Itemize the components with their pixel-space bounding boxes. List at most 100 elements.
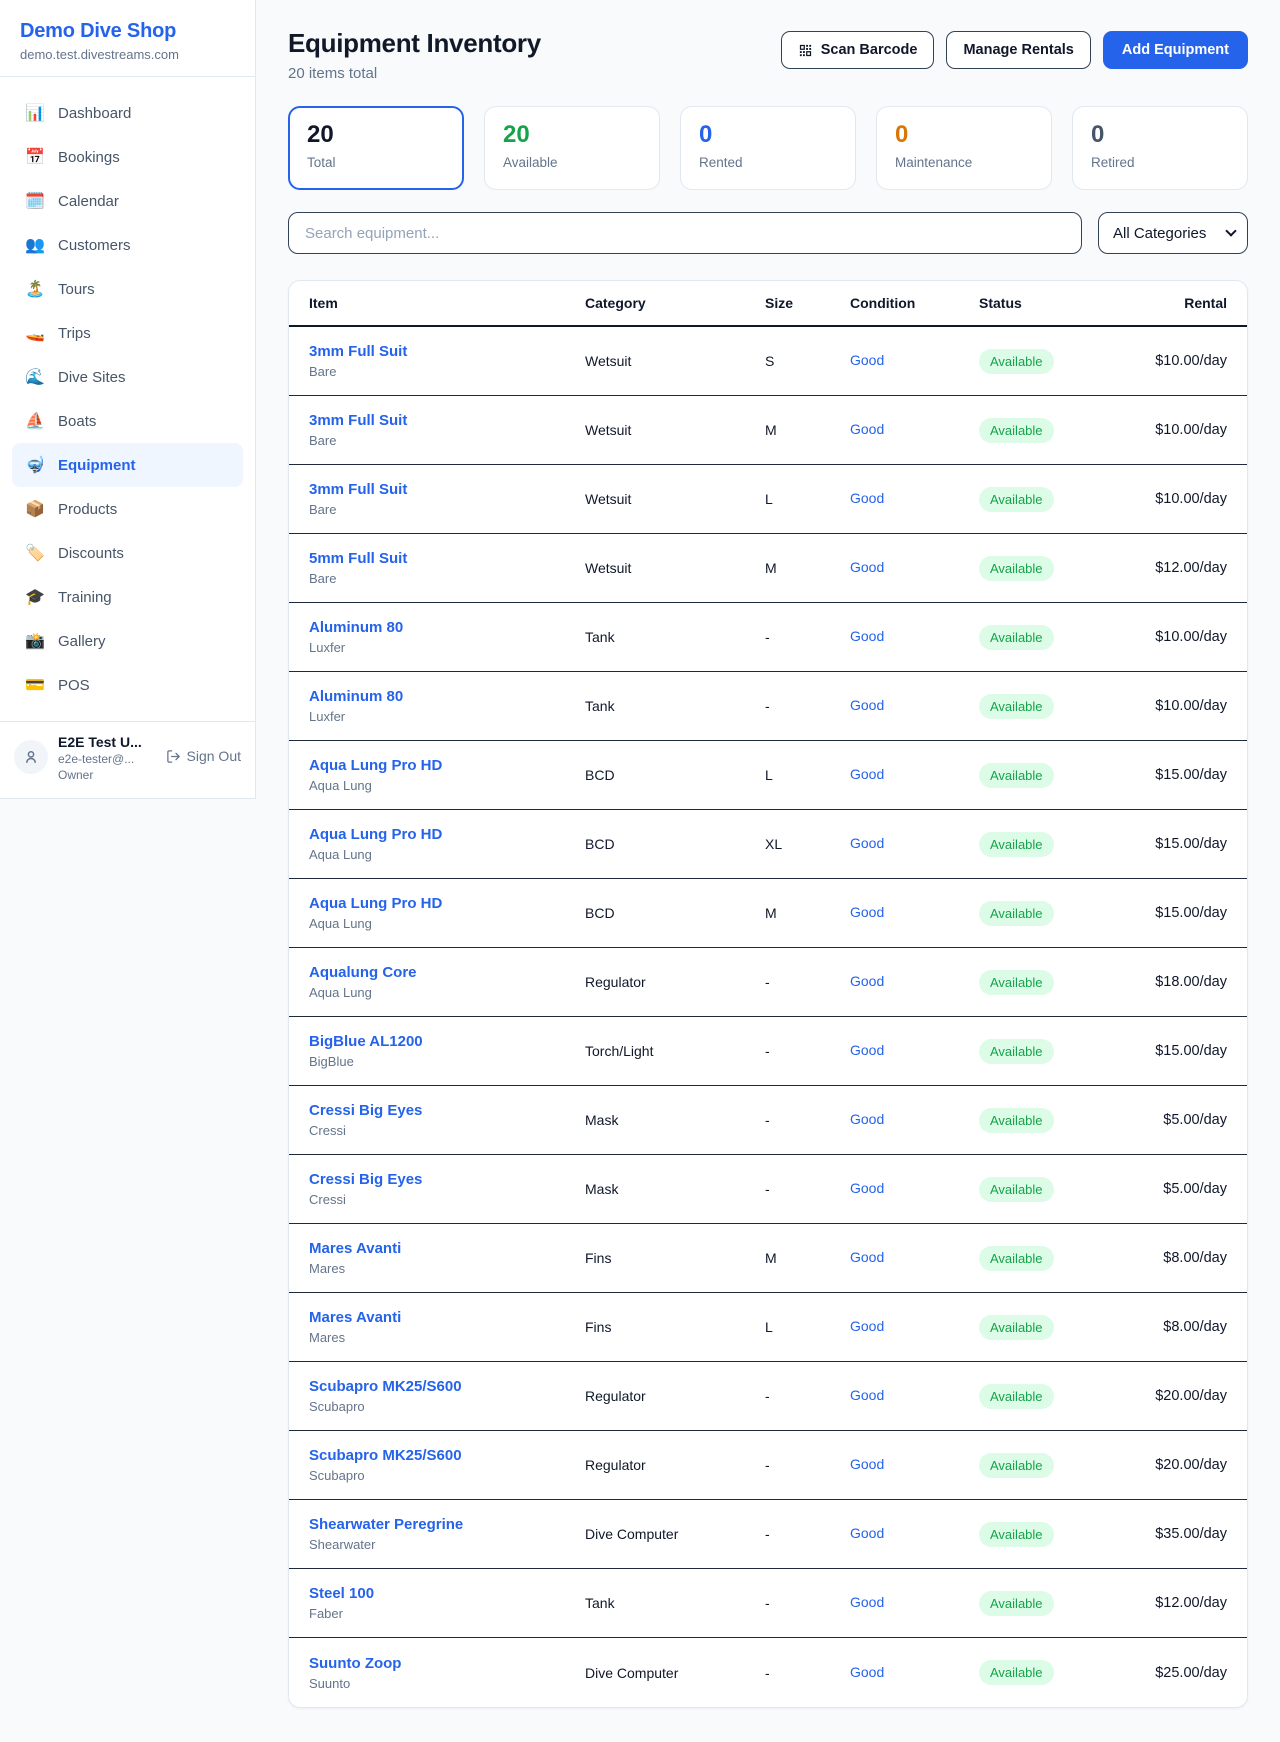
trips-icon: 🚤	[24, 323, 46, 343]
condition-link[interactable]: Good	[850, 1594, 884, 1610]
category-select[interactable]: All Categories	[1098, 212, 1248, 254]
status-badge: Available	[979, 1522, 1054, 1547]
condition-link[interactable]: Good	[850, 1387, 884, 1403]
item-name-link[interactable]: Aqua Lung Pro HD	[309, 826, 585, 843]
condition-link[interactable]: Good	[850, 904, 884, 920]
item-name-link[interactable]: Cressi Big Eyes	[309, 1102, 585, 1119]
sidebar-item-discounts[interactable]: 🏷️Discounts	[12, 531, 243, 575]
sidebar-item-calendar[interactable]: 🗓️Calendar	[12, 179, 243, 223]
search-input[interactable]	[288, 212, 1082, 254]
condition-link[interactable]: Good	[850, 559, 884, 575]
stat-card-available[interactable]: 20Available	[484, 106, 660, 190]
sidebar-item-bookings[interactable]: 📅Bookings	[12, 135, 243, 179]
condition-link[interactable]: Good	[850, 352, 884, 368]
condition-link[interactable]: Good	[850, 1249, 884, 1265]
stat-card-total[interactable]: 20Total	[288, 106, 464, 190]
condition-link[interactable]: Good	[850, 1664, 884, 1680]
category-cell: Mask	[585, 1181, 765, 1197]
condition-link[interactable]: Good	[850, 697, 884, 713]
sidebar-item-gallery[interactable]: 📸Gallery	[12, 619, 243, 663]
condition-link[interactable]: Good	[850, 835, 884, 851]
item-brand: Aqua Lung	[309, 916, 585, 931]
item-name-link[interactable]: Scubapro MK25/S600	[309, 1447, 585, 1464]
condition-cell: Good	[850, 1387, 979, 1405]
item-name-link[interactable]: 5mm Full Suit	[309, 550, 585, 567]
sidebar-item-pos[interactable]: 💳POS	[12, 663, 243, 707]
sign-out-button[interactable]: Sign Out	[166, 748, 241, 764]
item-name-link[interactable]: 3mm Full Suit	[309, 343, 585, 360]
stat-card-rented[interactable]: 0Rented	[680, 106, 856, 190]
calendar-icon: 🗓️	[24, 191, 46, 211]
item-name-link[interactable]: Cressi Big Eyes	[309, 1171, 585, 1188]
sidebar-item-trips[interactable]: 🚤Trips	[12, 311, 243, 355]
item-brand: Shearwater	[309, 1537, 585, 1552]
item-name-link[interactable]: Aluminum 80	[309, 619, 585, 636]
condition-link[interactable]: Good	[850, 421, 884, 437]
condition-link[interactable]: Good	[850, 1525, 884, 1541]
condition-cell: Good	[850, 352, 979, 370]
item-name-link[interactable]: Steel 100	[309, 1585, 585, 1602]
status-cell: Available	[979, 763, 1151, 788]
manage-rentals-button[interactable]: Manage Rentals	[946, 31, 1090, 69]
sidebar-item-customers[interactable]: 👥Customers	[12, 223, 243, 267]
rental-cell: $35.00/day	[1151, 1526, 1227, 1542]
item-name-link[interactable]: Aqua Lung Pro HD	[309, 895, 585, 912]
item-name-link[interactable]: Shearwater Peregrine	[309, 1516, 585, 1533]
condition-cell: Good	[850, 1456, 979, 1474]
status-cell: Available	[979, 1522, 1151, 1547]
status-badge: Available	[979, 1384, 1054, 1409]
condition-link[interactable]: Good	[850, 1042, 884, 1058]
sidebar-nav: 📊Dashboard📅Bookings🗓️Calendar👥Customers🏝…	[0, 77, 255, 721]
rental-cell: $25.00/day	[1151, 1665, 1227, 1681]
item-name-link[interactable]: Aluminum 80	[309, 688, 585, 705]
item-name-link[interactable]: Mares Avanti	[309, 1240, 585, 1257]
table-row: Aqualung CoreAqua LungRegulator-GoodAvai…	[289, 948, 1247, 1017]
item-name-link[interactable]: 3mm Full Suit	[309, 481, 585, 498]
condition-cell: Good	[850, 766, 979, 784]
size-cell: M	[765, 422, 850, 438]
brand[interactable]: Demo Dive Shop demo.test.divestreams.com	[0, 14, 255, 76]
item-brand: Bare	[309, 571, 585, 586]
sidebar-item-products[interactable]: 📦Products	[12, 487, 243, 531]
item-cell: BigBlue AL1200BigBlue	[309, 1033, 585, 1069]
condition-link[interactable]: Good	[850, 1318, 884, 1334]
sidebar-item-tours[interactable]: 🏝️Tours	[12, 267, 243, 311]
rental-cell: $20.00/day	[1151, 1388, 1227, 1404]
condition-link[interactable]: Good	[850, 973, 884, 989]
user-panel: E2E Test U... e2e-tester@... Owner Sign …	[0, 721, 255, 798]
condition-link[interactable]: Good	[850, 1111, 884, 1127]
condition-link[interactable]: Good	[850, 766, 884, 782]
item-name-link[interactable]: Aqua Lung Pro HD	[309, 757, 585, 774]
item-name-link[interactable]: Suunto Zoop	[309, 1655, 585, 1672]
equipment-icon: 🤿	[24, 455, 46, 475]
item-name-link[interactable]: 3mm Full Suit	[309, 412, 585, 429]
item-name-link[interactable]: Aqualung Core	[309, 964, 585, 981]
size-cell: -	[765, 698, 850, 714]
sidebar-item-label: Customers	[58, 237, 131, 254]
sidebar-item-training[interactable]: 🎓Training	[12, 575, 243, 619]
item-cell: Scubapro MK25/S600Scubapro	[309, 1378, 585, 1414]
rental-cell: $20.00/day	[1151, 1457, 1227, 1473]
condition-link[interactable]: Good	[850, 490, 884, 506]
sidebar-item-dashboard[interactable]: 📊Dashboard	[12, 91, 243, 135]
add-equipment-button[interactable]: Add Equipment	[1103, 31, 1248, 69]
sidebar-item-dive-sites[interactable]: 🌊Dive Sites	[12, 355, 243, 399]
sidebar-item-equipment[interactable]: 🤿Equipment	[12, 443, 243, 487]
rental-cell: $10.00/day	[1151, 629, 1227, 645]
item-name-link[interactable]: BigBlue AL1200	[309, 1033, 585, 1050]
status-badge: Available	[979, 901, 1054, 926]
condition-link[interactable]: Good	[850, 628, 884, 644]
stat-card-maintenance[interactable]: 0Maintenance	[876, 106, 1052, 190]
condition-link[interactable]: Good	[850, 1456, 884, 1472]
table-row: Aqua Lung Pro HDAqua LungBCDLGoodAvailab…	[289, 741, 1247, 810]
status-badge: Available	[979, 970, 1054, 995]
condition-link[interactable]: Good	[850, 1180, 884, 1196]
sidebar-item-boats[interactable]: ⛵Boats	[12, 399, 243, 443]
status-cell: Available	[979, 1315, 1151, 1340]
column-header-size: Size	[765, 295, 850, 311]
item-name-link[interactable]: Scubapro MK25/S600	[309, 1378, 585, 1395]
item-name-link[interactable]: Mares Avanti	[309, 1309, 585, 1326]
item-cell: Aqua Lung Pro HDAqua Lung	[309, 757, 585, 793]
stat-card-retired[interactable]: 0Retired	[1072, 106, 1248, 190]
scan-barcode-button[interactable]: Scan Barcode	[781, 31, 935, 69]
